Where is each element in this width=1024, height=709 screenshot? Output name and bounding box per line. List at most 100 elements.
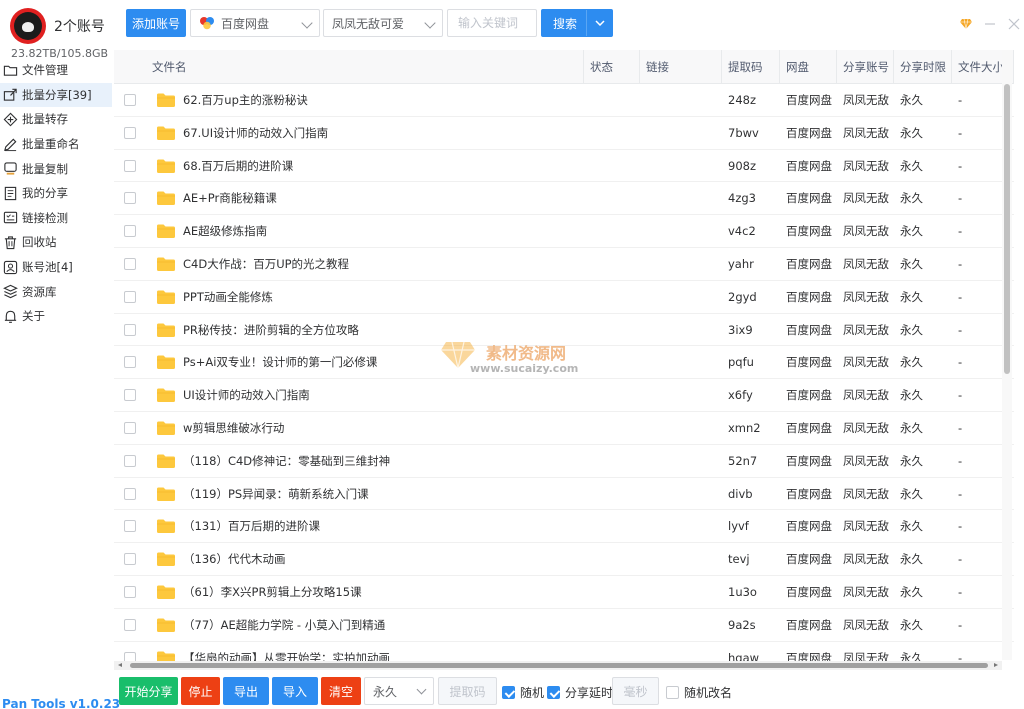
table-row[interactable]: 67.UI设计师的动效入门指南 7bwv 百度网盘 凤凤无敌 永久 - <box>114 117 1014 150</box>
table-row[interactable]: （61）李X兴PR剪辑上分攻略15课 1u3o 百度网盘 凤凤无敌 永久 - <box>114 576 1014 609</box>
horizontal-scrollbar[interactable] <box>114 661 1002 670</box>
table-row[interactable]: 62.百万up主的涨粉秘诀 248z 百度网盘 凤凤无敌 永久 - <box>114 84 1014 117</box>
vertical-scroll-thumb[interactable] <box>1004 84 1010 374</box>
folder-icon <box>156 617 176 633</box>
share-delay-checkbox[interactable]: 分享延时 <box>547 684 613 701</box>
sidebar-item-10[interactable]: 关于 <box>0 304 112 329</box>
row-checkbox[interactable] <box>124 553 136 566</box>
random-checkbox[interactable]: 随机 <box>502 684 544 701</box>
cell-limit: 永久 <box>900 617 923 632</box>
import-button[interactable]: 导入 <box>272 677 318 705</box>
diamond-icon[interactable] <box>958 16 974 32</box>
table-row[interactable]: （131）百万后期的进阶课 lyvf 百度网盘 凤凤无敌 永久 - <box>114 510 1014 544</box>
cell-pan: 百度网盘 <box>786 388 832 403</box>
cell-link <box>646 281 720 314</box>
table-header: 文件名 状态 链接 提取码 网盘 分享账号 分享时限 文件大小 <box>114 50 1014 84</box>
sidebar-item-5[interactable]: 我的分享 <box>0 181 112 206</box>
header-col-link[interactable]: 链接 <box>640 50 722 84</box>
row-checkbox[interactable] <box>124 356 136 369</box>
row-checkbox[interactable] <box>124 422 136 434</box>
row-checkbox[interactable] <box>124 159 136 172</box>
sidebar-item-1[interactable]: 批量分享[39] <box>0 82 112 108</box>
add-account-button[interactable]: 添加账号 <box>126 9 186 37</box>
cell-link <box>646 543 720 576</box>
minimize-icon[interactable] <box>982 16 998 32</box>
cell-link <box>646 445 720 478</box>
share-limit-select[interactable]: 永久 <box>364 677 434 705</box>
row-checkbox[interactable] <box>124 290 136 303</box>
cell-code: 3ix9 <box>728 322 753 337</box>
scroll-right-icon[interactable] <box>994 663 998 667</box>
sidebar-item-7[interactable]: 回收站 <box>0 230 112 255</box>
pan-select[interactable]: 百度网盘 <box>190 9 320 37</box>
row-checkbox[interactable] <box>124 389 136 402</box>
random-rename-checkbox[interactable]: 随机改名 <box>666 684 732 701</box>
sidebar-item-2[interactable]: 批量转存 <box>0 107 112 132</box>
row-checkbox[interactable] <box>124 454 136 467</box>
row-checkbox[interactable] <box>124 586 136 598</box>
sidebar-item-6[interactable]: 链接检测 <box>0 206 112 231</box>
row-checkbox[interactable] <box>124 94 136 106</box>
table-row[interactable]: Ps+Ai双专业！设计师的第一门必修课 pqfu 百度网盘 凤凤无敌 永久 - <box>114 346 1014 380</box>
vertical-scrollbar[interactable] <box>1002 50 1012 660</box>
header-col-pan[interactable]: 网盘 <box>780 50 837 84</box>
table-row[interactable]: UI设计师的动效入门指南 x6fy 百度网盘 凤凤无敌 永久 - <box>114 379 1014 412</box>
table-row[interactable]: AE超级修炼指南 v4c2 百度网盘 凤凤无敌 永久 - <box>114 215 1014 248</box>
cell-account: 凤凤无敌 <box>843 453 889 468</box>
row-checkbox[interactable] <box>124 225 136 238</box>
clear-button[interactable]: 清空 <box>321 677 361 705</box>
close-icon[interactable] <box>1006 16 1022 32</box>
cell-account: 凤凤无敌 <box>843 93 889 107</box>
search-button[interactable]: 搜索 <box>541 9 613 37</box>
extract-code-input[interactable]: 提取码 <box>438 677 497 705</box>
table-row[interactable]: w剪辑思维破冰行动 xmn2 百度网盘 凤凤无敌 永久 - <box>114 412 1014 445</box>
table-row[interactable]: C4D大作战：百万UP的光之教程 yahr 百度网盘 凤凤无敌 永久 - <box>114 248 1014 281</box>
export-button[interactable]: 导出 <box>223 677 269 705</box>
table-row[interactable]: AE+Pr商能秘籍课 4zg3 百度网盘 凤凤无敌 永久 - <box>114 182 1014 216</box>
sidebar-item-0[interactable]: 文件管理 <box>0 58 112 83</box>
random-rename-checkbox-box[interactable] <box>666 686 679 699</box>
table-row[interactable]: （136）代代木动画 tevj 百度网盘 凤凤无敌 永久 - <box>114 543 1014 576</box>
sidebar-item-9[interactable]: 资源库 <box>0 279 112 304</box>
cell-filename: （118）C4D修神记：零基础到三维封神 <box>183 453 391 468</box>
header-col-filename[interactable]: 文件名 <box>146 50 584 84</box>
stop-button[interactable]: 停止 <box>181 677 220 705</box>
sidebar-item-3[interactable]: 批量重命名 <box>0 132 112 157</box>
account-select[interactable]: 凤凤无敌可爱 <box>323 9 443 37</box>
cell-filename: （61）李X兴PR剪辑上分攻略15课 <box>183 585 362 599</box>
row-checkbox[interactable] <box>124 126 136 139</box>
horizontal-scroll-thumb[interactable] <box>130 663 988 668</box>
start-share-button[interactable]: 开始分享 <box>119 677 178 705</box>
header-col-status[interactable]: 状态 <box>584 50 640 84</box>
row-checkbox[interactable] <box>124 487 136 500</box>
header-col-code[interactable]: 提取码 <box>722 50 780 84</box>
cell-limit: 永久 <box>900 257 923 271</box>
row-checkbox[interactable] <box>124 258 136 270</box>
account-panel[interactable]: 2个账号 23.82TB/105.8GB <box>8 6 112 60</box>
cell-code: divb <box>728 486 753 501</box>
table-row[interactable]: （119）PS异闻录：萌新系统入门课 divb 百度网盘 凤凤无敌 永久 - <box>114 478 1014 511</box>
table-row[interactable]: （77）AE超能力学院 - 小莫入门到精通 9a2s 百度网盘 凤凤无敌 永久 - <box>114 609 1014 642</box>
random-checkbox-label: 随机 <box>520 686 545 700</box>
search-dropdown-icon[interactable] <box>586 10 612 36</box>
row-checkbox[interactable] <box>124 520 136 533</box>
table-row[interactable]: 68.百万后期的进阶课 908z 百度网盘 凤凤无敌 永久 - <box>114 150 1014 183</box>
table-row[interactable]: PPT动画全能修炼 2gyd 百度网盘 凤凤无敌 永久 - <box>114 281 1014 314</box>
share-delay-checkbox-box[interactable] <box>547 686 560 699</box>
random-checkbox-box[interactable] <box>502 686 515 699</box>
table-row[interactable]: （118）C4D修神记：零基础到三维封神 52n7 百度网盘 凤凤无敌 永久 - <box>114 445 1014 478</box>
row-checkbox[interactable] <box>124 323 136 336</box>
header-col-account[interactable]: 分享账号 <box>837 50 894 84</box>
sidebar-item-4[interactable]: 批量复制 <box>0 156 112 181</box>
cell-pan: 百度网盘 <box>786 224 832 239</box>
keyword-input[interactable] <box>447 9 537 37</box>
delay-ms-input[interactable]: 毫秒 <box>612 677 659 705</box>
sidebar-item-8[interactable]: 账号池[4] <box>0 255 112 280</box>
row-checkbox[interactable] <box>124 192 136 205</box>
avatar[interactable] <box>10 8 46 44</box>
header-col-limit[interactable]: 分享时限 <box>894 50 952 84</box>
table-row[interactable]: PR秘传技：进阶剪辑的全方位攻略 3ix9 百度网盘 凤凤无敌 永久 - <box>114 314 1014 347</box>
scroll-left-icon[interactable] <box>118 663 122 667</box>
cell-account: 凤凤无敌 <box>843 585 889 599</box>
row-checkbox[interactable] <box>124 618 136 631</box>
